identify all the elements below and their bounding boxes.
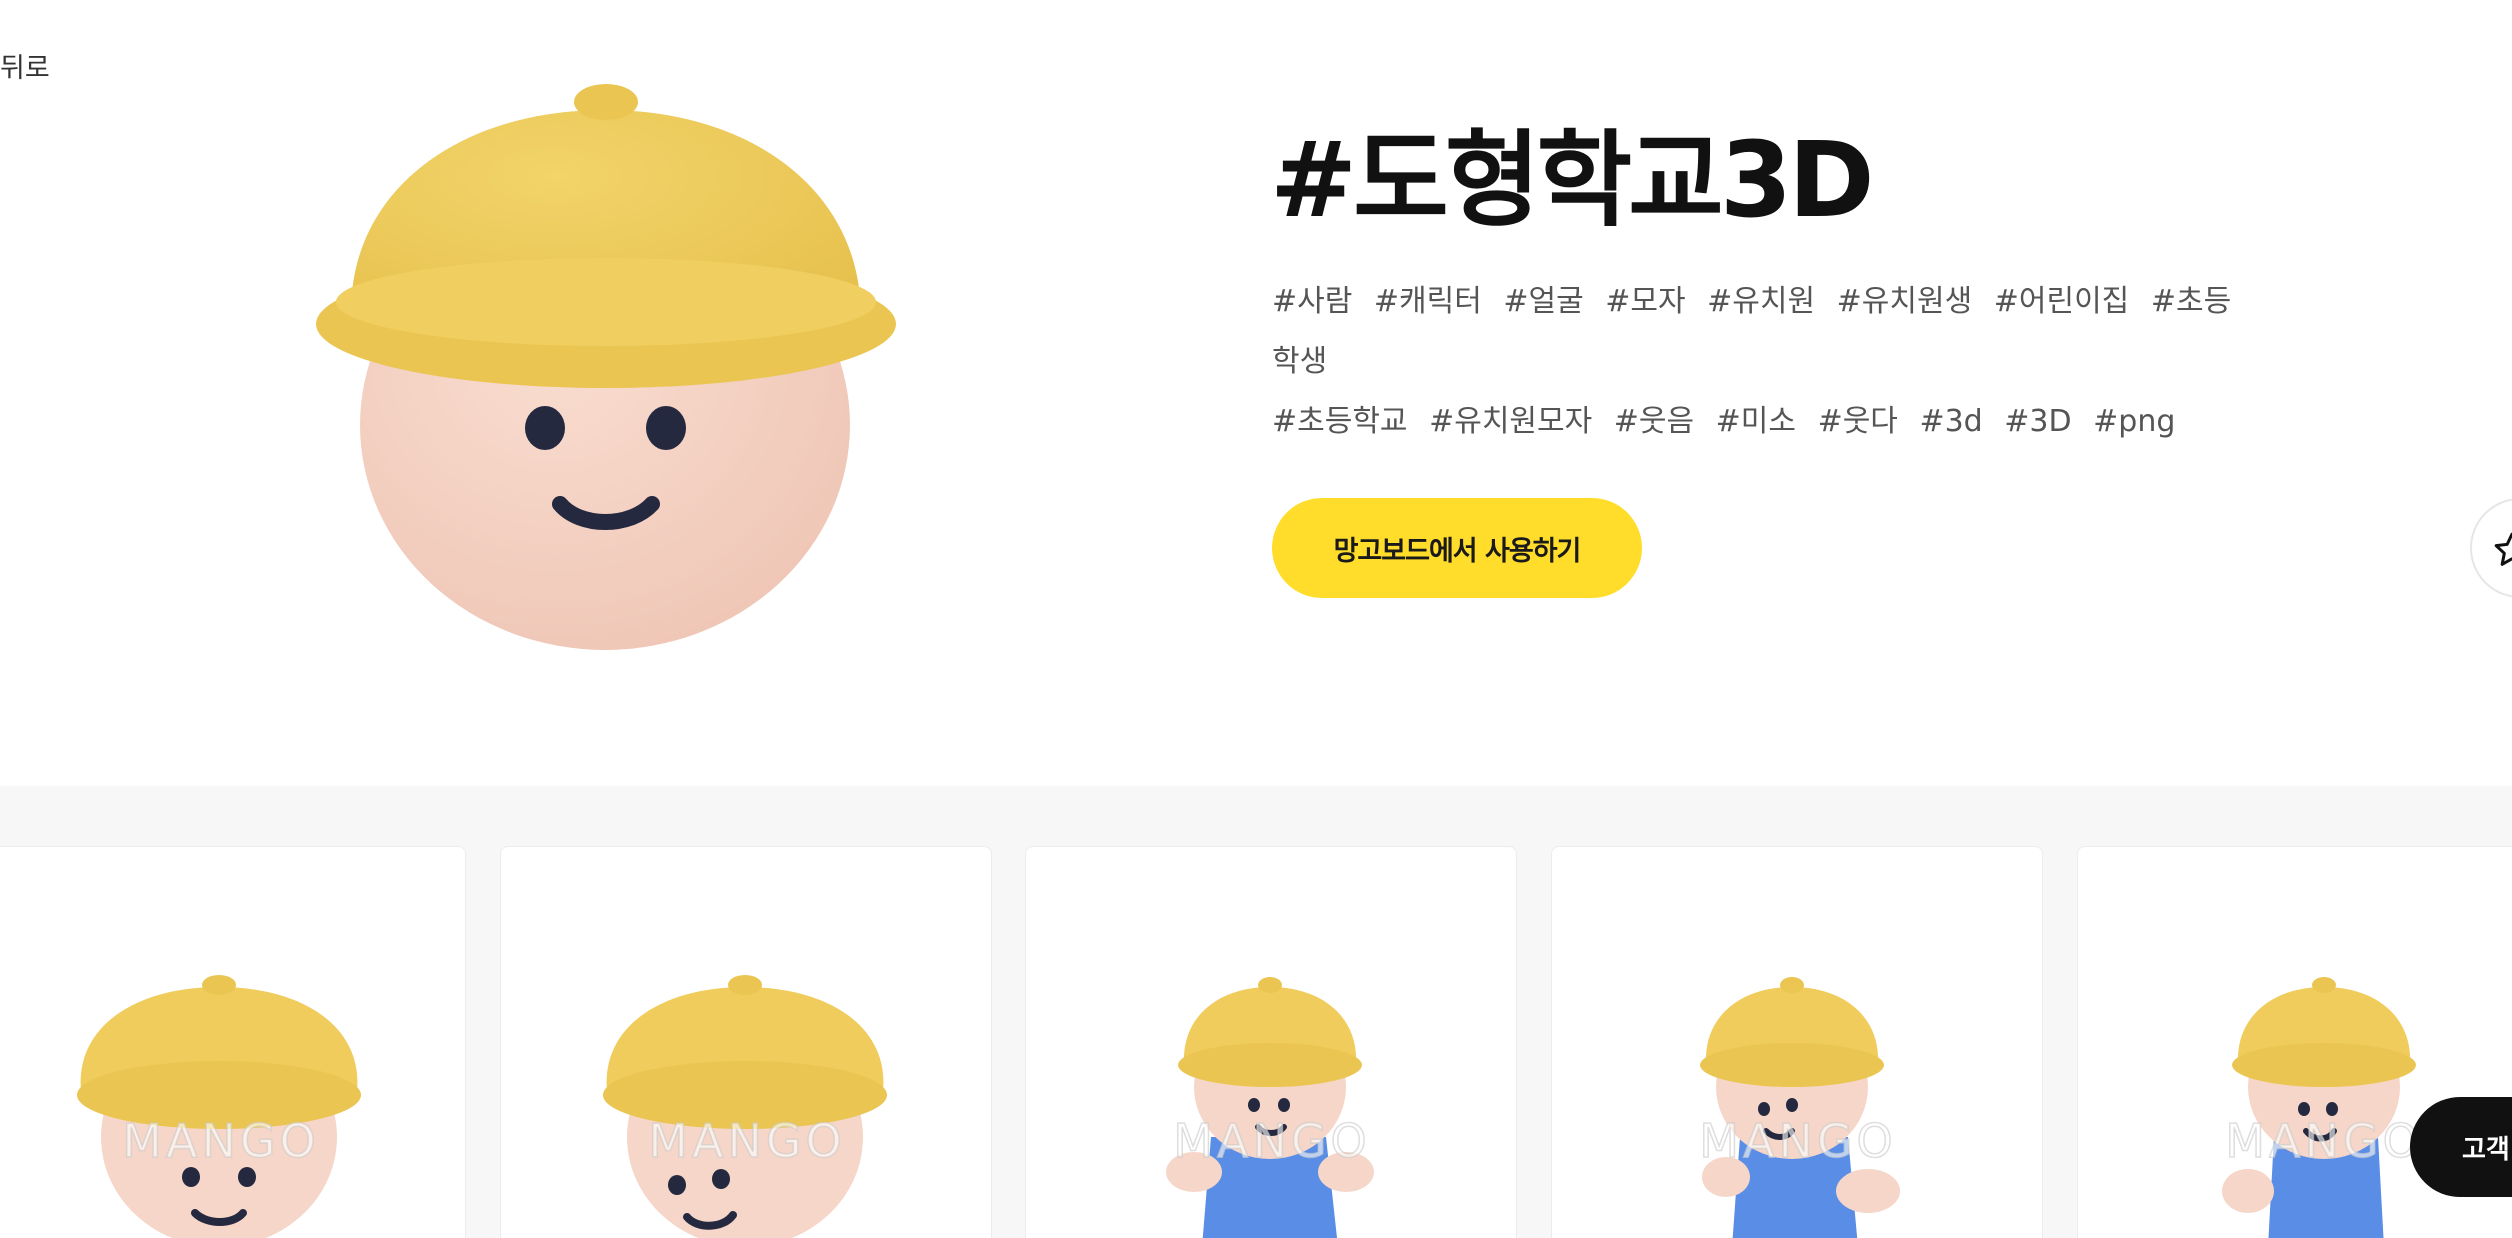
gallery-card[interactable]: MANGO: [0, 846, 466, 1238]
tag[interactable]: #3D: [2004, 404, 2071, 439]
star-icon: [2494, 532, 2512, 566]
hero-character-image: [300, 80, 920, 660]
asset-title: #도형학교3D: [1270, 119, 1875, 241]
back-link[interactable]: 뒤로: [0, 46, 50, 85]
tag[interactable]: #3d: [1919, 404, 1982, 439]
gallery-card[interactable]: MANGO: [500, 846, 992, 1238]
favorite-button[interactable]: [2470, 498, 2512, 598]
tag[interactable]: #웃다: [1818, 404, 1898, 439]
related-gallery: MANGO MANGO MANGO MANGO MANGO: [0, 786, 2512, 1238]
watermark: MANGO: [1699, 1114, 1896, 1168]
page: 뒤로 #도형학교3D #사람 #캐릭터 #얼굴 #모자 #유치원 #유치원생 #…: [0, 0, 2512, 1238]
customer-support-button[interactable]: 고객: [2410, 1097, 2512, 1197]
tag-list: #사람 #캐릭터 #얼굴 #모자 #유치원 #유치원생 #어린이집 #초등학생 …: [1272, 272, 2252, 452]
gallery-card[interactable]: MANGO: [1025, 846, 1517, 1238]
watermark: MANGO: [1173, 1114, 1370, 1168]
tag[interactable]: #사람: [1272, 284, 1352, 319]
tag[interactable]: #png: [2093, 404, 2175, 439]
watermark: MANGO: [122, 1114, 319, 1168]
tag[interactable]: #유치원모자: [1429, 404, 1592, 439]
tag[interactable]: #미소: [1716, 404, 1796, 439]
tag[interactable]: #어린이집: [1994, 284, 2130, 319]
tag[interactable]: #얼굴: [1503, 284, 1583, 319]
tag[interactable]: #모자: [1605, 284, 1685, 319]
tag[interactable]: #초등학교: [1272, 404, 1408, 439]
tag[interactable]: #캐릭터: [1374, 284, 1482, 319]
tag[interactable]: #유치원생: [1837, 284, 1973, 319]
watermark: MANGO: [2225, 1114, 2422, 1168]
use-in-mangoboard-button[interactable]: 망고보드에서 사용하기: [1272, 498, 1642, 598]
gallery-card[interactable]: MANGO: [1551, 846, 2043, 1238]
watermark: MANGO: [648, 1114, 845, 1168]
tag[interactable]: #웃음: [1614, 404, 1694, 439]
tag[interactable]: #유치원: [1707, 284, 1815, 319]
